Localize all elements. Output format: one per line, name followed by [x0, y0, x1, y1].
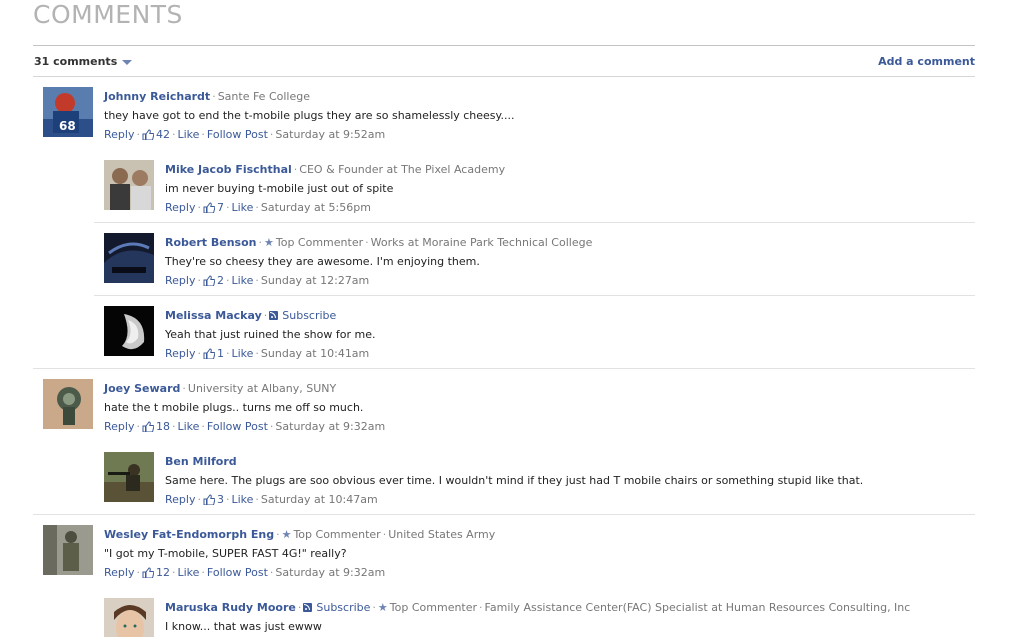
reply-link[interactable]: Reply: [104, 128, 134, 141]
thumbs-up-icon: [142, 566, 155, 583]
comment-count-dropdown[interactable]: 31 comments: [34, 55, 133, 68]
like-count[interactable]: 42: [156, 128, 170, 141]
reply-item: Maruska Rudy Moore · Subscribe · ★ Top Commen…: [94, 588, 975, 637]
comment-affiliation: Family Assistance Center(FAC) Specialist…: [484, 601, 911, 614]
comment-affiliation: United States Army: [388, 528, 496, 541]
comment-text: Same here. The plugs are soo obvious eve…: [165, 474, 864, 487]
reply-link[interactable]: Reply: [165, 347, 195, 360]
like-link[interactable]: Like: [231, 493, 253, 506]
follow-post-link[interactable]: Follow Post: [207, 420, 268, 433]
comment-author[interactable]: Ben Milford: [165, 455, 237, 468]
reply-item: Robert Benson · ★ Top Commenter · Works at Mo…: [94, 222, 975, 296]
like-link[interactable]: Like: [177, 566, 199, 579]
comment-text: I know... that was just ewww: [165, 620, 322, 633]
like-count[interactable]: 7: [217, 201, 224, 214]
rss-icon: [303, 603, 313, 612]
thumbs-up-icon: [203, 274, 216, 291]
follow-post-link[interactable]: Follow Post: [207, 128, 268, 141]
comment-timestamp[interactable]: Saturday at 10:47am: [261, 493, 378, 506]
reply-link[interactable]: Reply: [165, 201, 195, 214]
like-link[interactable]: Like: [177, 420, 199, 433]
comment-text: Yeah that just ruined the show for me.: [165, 328, 376, 341]
reply-item: Mike Jacob Fischthal · CEO & Founder at Th…: [94, 150, 975, 223]
like-link[interactable]: Like: [231, 201, 253, 214]
star-icon: ★: [377, 601, 388, 614]
reply-link[interactable]: Reply: [104, 420, 134, 433]
reply-link[interactable]: Reply: [104, 566, 134, 579]
like-link[interactable]: Like: [231, 347, 253, 360]
comment-affiliation: University at Albany, SUNY: [187, 382, 337, 395]
chevron-down-icon: [122, 59, 133, 65]
comment-author[interactable]: Robert Benson: [165, 236, 257, 249]
follow-post-link[interactable]: Follow Post: [207, 566, 268, 579]
like-link[interactable]: Like: [177, 128, 199, 141]
avatar[interactable]: [104, 306, 154, 356]
thumbs-up-icon: [203, 347, 216, 364]
comment-timestamp[interactable]: Saturday at 9:32am: [275, 566, 385, 579]
reply-link[interactable]: Reply: [165, 274, 195, 287]
comment-item: 68 Johnny Reichardt · Sante Fe College the…: [33, 77, 975, 150]
comment-timestamp[interactable]: Sunday at 10:41am: [261, 347, 369, 360]
comment-author[interactable]: Mike Jacob Fischthal: [165, 163, 292, 176]
star-icon: ★: [281, 528, 292, 541]
comment-item: Joey Seward · University at Albany, SUNY h…: [33, 368, 975, 442]
comment-affiliation: Works at Moraine Park Technical College: [370, 236, 593, 249]
avatar[interactable]: 68: [43, 87, 93, 137]
like-count[interactable]: 18: [156, 420, 170, 433]
comment-timestamp[interactable]: Saturday at 9:52am: [275, 128, 385, 141]
avatar[interactable]: [43, 525, 93, 575]
comment-timestamp[interactable]: Sunday at 12:27am: [261, 274, 369, 287]
avatar[interactable]: [43, 379, 93, 429]
comment-text: they have got to end the t-mobile plugs …: [104, 109, 515, 122]
avatar[interactable]: [104, 233, 154, 283]
top-commenter-badge: Top Commenter: [293, 528, 381, 541]
comment-item: Wesley Fat-Endomorph Eng · ★ Top Commenter ·…: [33, 514, 975, 588]
comment-affiliation: CEO & Founder at The Pixel Academy: [299, 163, 506, 176]
comment-author[interactable]: Joey Seward: [104, 382, 180, 395]
comment-text: "I got my T-mobile, SUPER FAST 4G!" real…: [104, 547, 347, 560]
comment-text: im never buying t-mobile just out of spi…: [165, 182, 394, 195]
comments-heading: COMMENTS: [33, 0, 183, 29]
avatar[interactable]: [104, 160, 154, 210]
comment-text: hate the t mobile plugs.. turns me off s…: [104, 401, 364, 414]
thumbs-up-icon: [142, 420, 155, 437]
comment-author[interactable]: Melissa Mackay: [165, 309, 262, 322]
avatar[interactable]: [104, 598, 154, 637]
subscribe-link[interactable]: Subscribe: [282, 309, 336, 322]
like-count[interactable]: 1: [217, 347, 224, 360]
top-commenter-badge: Top Commenter: [275, 236, 364, 249]
star-icon: ★: [264, 236, 274, 249]
top-commenter-badge: Top Commenter: [389, 601, 478, 614]
svg-text:68: 68: [59, 119, 76, 133]
comments-toolbar: 31 comments Add a comment: [33, 45, 975, 77]
thumbs-up-icon: [142, 128, 155, 145]
comment-author[interactable]: Johnny Reichardt: [104, 90, 210, 103]
like-link[interactable]: Like: [231, 274, 253, 287]
comment-timestamp[interactable]: Saturday at 5:56pm: [261, 201, 371, 214]
reply-link[interactable]: Reply: [165, 493, 195, 506]
avatar[interactable]: [104, 452, 154, 502]
like-count[interactable]: 3: [217, 493, 224, 506]
thumbs-up-icon: [203, 493, 216, 510]
rss-icon: [269, 311, 279, 320]
comment-author[interactable]: Maruska Rudy Moore: [165, 601, 296, 614]
like-count[interactable]: 2: [217, 274, 224, 287]
like-count[interactable]: 12: [156, 566, 170, 579]
reply-item: Ben Milford Same here. The plugs are soo…: [94, 442, 975, 515]
comment-text: They're so cheesy they are awesome. I'm …: [165, 255, 480, 268]
comment-author[interactable]: Wesley Fat-Endomorph Eng: [104, 528, 274, 541]
add-comment-link[interactable]: Add a comment: [878, 55, 975, 68]
comment-timestamp[interactable]: Saturday at 9:32am: [275, 420, 385, 433]
subscribe-link[interactable]: Subscribe: [316, 601, 370, 614]
thumbs-up-icon: [203, 201, 216, 218]
reply-item: Melissa Mackay · Subscribe Yeah that just …: [94, 295, 975, 369]
comment-count-label: 31 comments: [34, 55, 118, 68]
comment-affiliation: Sante Fe College: [217, 90, 310, 103]
